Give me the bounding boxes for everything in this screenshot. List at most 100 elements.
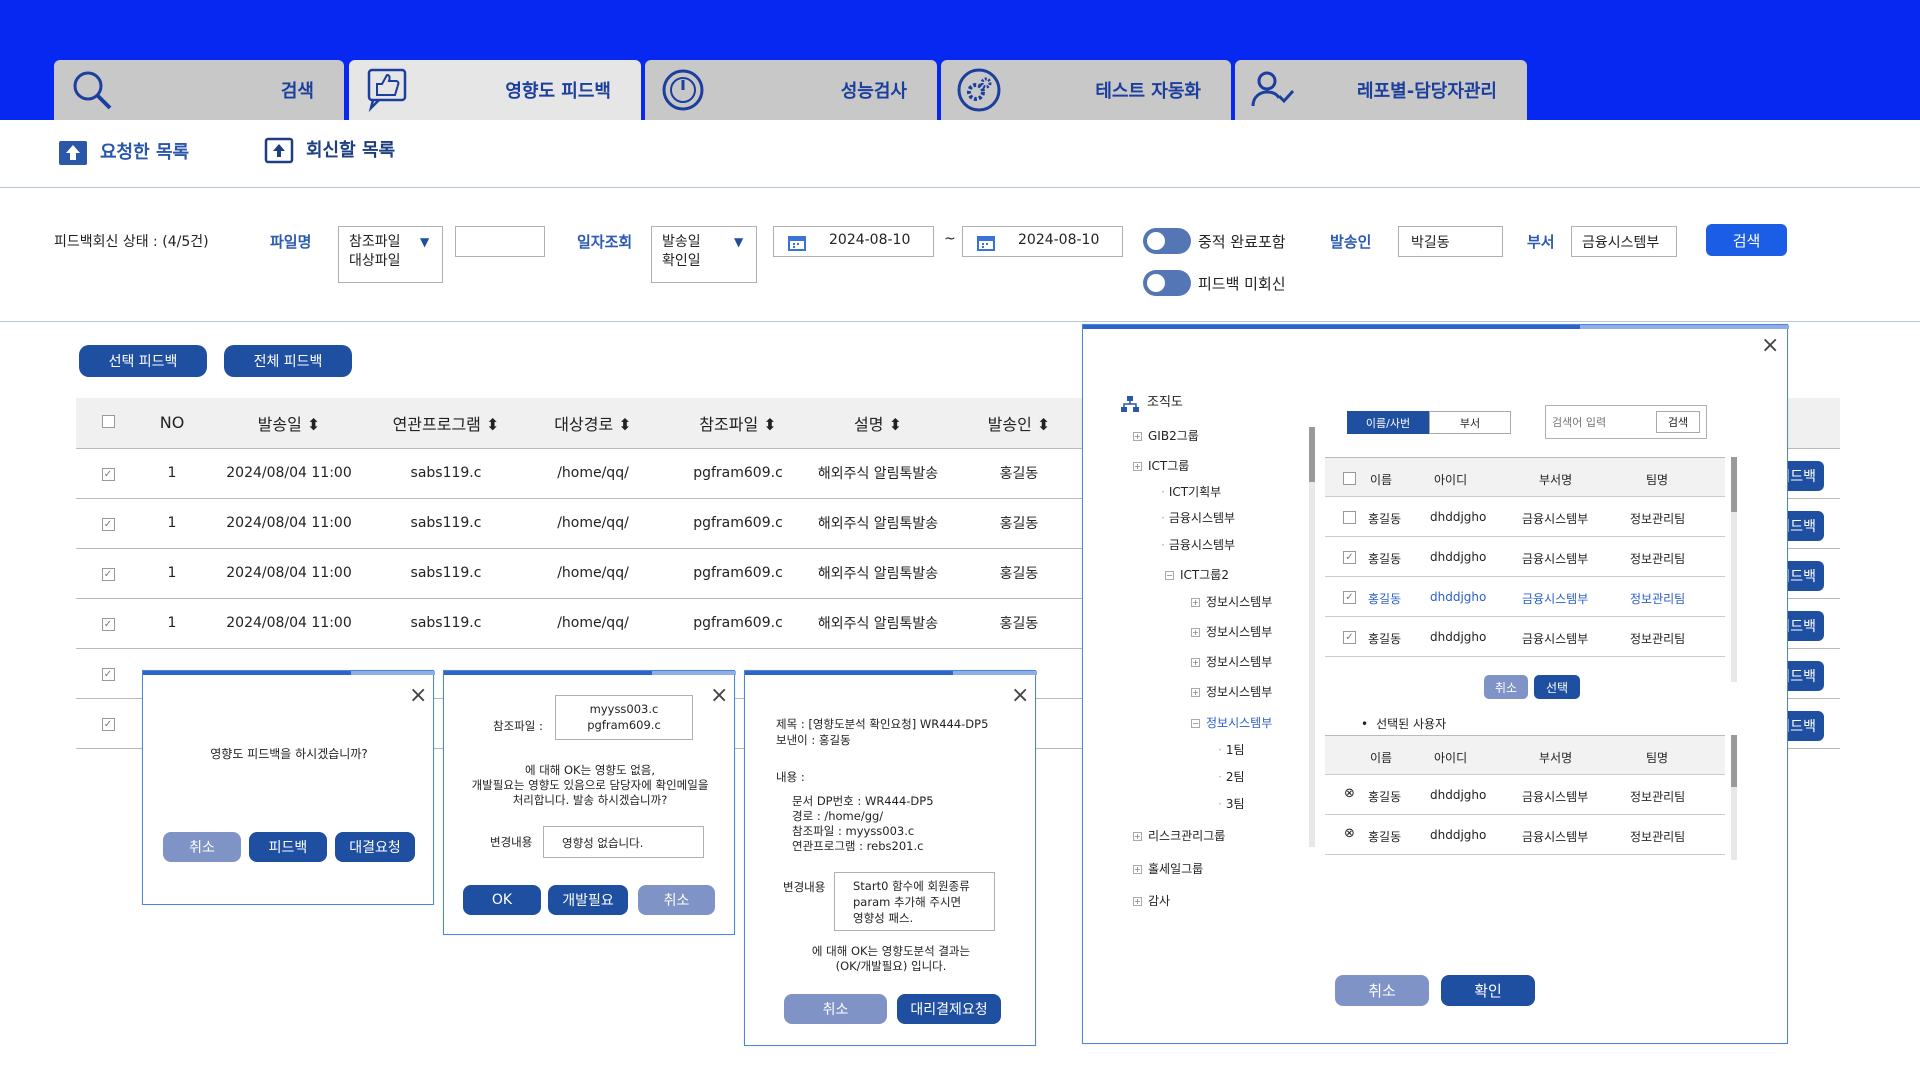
tree-node[interactable]: + 정보시스템부	[1191, 593, 1272, 610]
tab-name-id[interactable]: 이름/사번	[1347, 411, 1429, 434]
tree-node[interactable]: · ICT기획부	[1161, 483, 1221, 500]
row-checkbox[interactable]: ✓	[101, 568, 115, 581]
row-checkbox-cell[interactable]: ✓	[76, 448, 140, 499]
tree-node[interactable]: + 홀세일그룹	[1133, 860, 1203, 877]
user-select-button[interactable]: 선택	[1534, 675, 1580, 699]
expand-icon[interactable]: +	[1191, 598, 1200, 607]
tree-node-selected[interactable]: − 정보시스템부	[1191, 714, 1272, 731]
row-checkbox[interactable]: ✓	[101, 668, 115, 681]
proxy-payment-button[interactable]: 대리결제요청	[897, 994, 1001, 1024]
all-feedback-button[interactable]: 전체 피드백	[224, 345, 352, 377]
reply-list-link[interactable]: 회신할 목록	[264, 134, 395, 164]
user-search-button[interactable]: 검색	[1656, 411, 1700, 433]
tree-node[interactable]: + 정보시스템부	[1191, 623, 1272, 640]
user-checkbox[interactable]	[1343, 511, 1356, 524]
expand-icon[interactable]: +	[1191, 628, 1200, 637]
ok-button[interactable]: OK	[463, 885, 541, 915]
search-button[interactable]: 검색	[1706, 224, 1787, 256]
expand-icon[interactable]: +	[1133, 462, 1142, 471]
user-table-scrollbar[interactable]	[1731, 457, 1737, 682]
tree-node[interactable]: · 1팀	[1218, 741, 1245, 758]
date-type-select[interactable]: 발송일 확인일 ▼	[651, 226, 757, 283]
remove-user-icon[interactable]: ⊗	[1344, 786, 1355, 801]
tab-impact-feedback[interactable]: 영향도 피드백	[349, 60, 641, 120]
cancel-button[interactable]: 취소	[784, 994, 887, 1024]
sort-icon[interactable]: ⬍	[618, 415, 631, 434]
select-all-cell[interactable]	[76, 398, 140, 449]
row-checkbox-cell[interactable]: ✓	[76, 598, 140, 649]
sort-icon[interactable]: ⬍	[1037, 415, 1050, 434]
date-from-input[interactable]: 2024-08-10	[773, 226, 934, 257]
file-type-select[interactable]: 참조파일 대상파일 ▼	[338, 226, 443, 283]
row-checkbox[interactable]: ✓	[101, 468, 115, 481]
include-complete-toggle[interactable]	[1143, 228, 1191, 254]
expand-icon[interactable]: +	[1191, 658, 1200, 667]
select-all-checkbox[interactable]	[101, 415, 115, 429]
tree-node[interactable]: + GIB2그룹	[1133, 427, 1199, 444]
selected-table-scrollbar[interactable]	[1731, 735, 1737, 860]
cancel-button[interactable]: 취소	[1335, 975, 1429, 1006]
scroll-thumb[interactable]	[1731, 735, 1737, 787]
proxy-approval-button[interactable]: 대결요청	[335, 832, 415, 862]
tab-repo-manager[interactable]: 레포별-담당자관리	[1235, 60, 1527, 120]
sender-input[interactable]: 박길동	[1398, 226, 1503, 257]
expand-icon[interactable]: +	[1133, 865, 1142, 874]
col-sender[interactable]: 발송인 ⬍	[948, 398, 1090, 449]
expand-icon[interactable]: +	[1133, 897, 1142, 906]
close-icon[interactable]: ×	[409, 685, 427, 707]
select-all-users-checkbox[interactable]	[1343, 472, 1356, 485]
requested-list-link[interactable]: 요청한 목록	[58, 136, 189, 166]
user-cancel-button[interactable]: 취소	[1484, 675, 1528, 699]
sort-icon[interactable]: ⬍	[307, 415, 320, 434]
cancel-button[interactable]: 취소	[163, 832, 241, 862]
file-name-input[interactable]	[455, 226, 545, 257]
confirm-button[interactable]: 확인	[1441, 975, 1535, 1006]
row-checkbox[interactable]: ✓	[101, 618, 115, 631]
tab-search[interactable]: 검색	[54, 60, 344, 120]
tree-node[interactable]: + 감사	[1133, 892, 1170, 909]
dev-needed-button[interactable]: 개발필요	[548, 885, 628, 915]
tree-node[interactable]: + 리스크관리그룹	[1133, 827, 1225, 844]
select-feedback-button[interactable]: 선택 피드백	[79, 345, 207, 377]
row-checkbox-cell[interactable]: ✓	[76, 698, 140, 749]
collapse-icon[interactable]: −	[1191, 719, 1200, 728]
close-icon[interactable]: ×	[710, 685, 728, 707]
sort-icon[interactable]: ⬍	[486, 415, 499, 434]
row-checkbox-cell[interactable]: ✓	[76, 548, 140, 599]
user-row-highlighted[interactable]: ✓ 홍길동 dhddjgho 금융시스템부 정보관리팀	[1325, 577, 1725, 617]
expand-icon[interactable]: +	[1133, 432, 1142, 441]
tab-test-automation[interactable]: 테스트 자동화	[941, 60, 1231, 120]
user-checkbox[interactable]: ✓	[1343, 551, 1356, 564]
tree-node[interactable]: + 정보시스템부	[1191, 683, 1272, 700]
feedback-button[interactable]: 피드백	[249, 832, 327, 862]
row-checkbox[interactable]: ✓	[101, 718, 115, 731]
col-ref-file[interactable]: 참조파일 ⬍	[668, 398, 808, 449]
expand-icon[interactable]: +	[1191, 688, 1200, 697]
collapse-icon[interactable]: −	[1165, 571, 1174, 580]
unreplied-toggle[interactable]	[1143, 270, 1191, 296]
sort-icon[interactable]: ⬍	[763, 415, 776, 434]
expand-icon[interactable]: +	[1133, 832, 1142, 841]
col-desc[interactable]: 설명 ⬍	[808, 398, 948, 449]
date-to-input[interactable]: 2024-08-10	[962, 226, 1123, 257]
change-input[interactable]: 영향성 없습니다.	[543, 826, 704, 858]
scroll-thumb[interactable]	[1309, 427, 1315, 482]
tree-node[interactable]: · 금융시스템부	[1161, 536, 1235, 553]
sort-icon[interactable]: ⬍	[889, 415, 902, 434]
tree-node[interactable]: − ICT그룹2	[1165, 566, 1229, 583]
col-path[interactable]: 대상경로 ⬍	[518, 398, 668, 449]
user-row[interactable]: ✓ 홍길동 dhddjgho 금융시스템부 정보관리팀	[1325, 537, 1725, 577]
row-checkbox[interactable]: ✓	[101, 518, 115, 531]
tree-node[interactable]: + ICT그룹	[1133, 457, 1189, 474]
col-program[interactable]: 연관프로그램 ⬍	[374, 398, 518, 449]
user-row[interactable]: ✓ 홍길동 dhddjgho 금융시스템부 정보관리팀	[1325, 617, 1725, 657]
user-checkbox[interactable]: ✓	[1343, 591, 1356, 604]
user-checkbox[interactable]: ✓	[1343, 631, 1356, 644]
user-search-input[interactable]	[1552, 412, 1652, 432]
row-checkbox-cell[interactable]: ✓	[76, 648, 140, 699]
tab-department[interactable]: 부서	[1429, 411, 1511, 434]
tree-scrollbar[interactable]	[1309, 427, 1315, 847]
tree-node[interactable]: + 정보시스템부	[1191, 653, 1272, 670]
tab-performance[interactable]: 성능검사	[645, 60, 937, 120]
user-row[interactable]: 홍길동 dhddjgho 금융시스템부 정보관리팀	[1325, 497, 1725, 537]
